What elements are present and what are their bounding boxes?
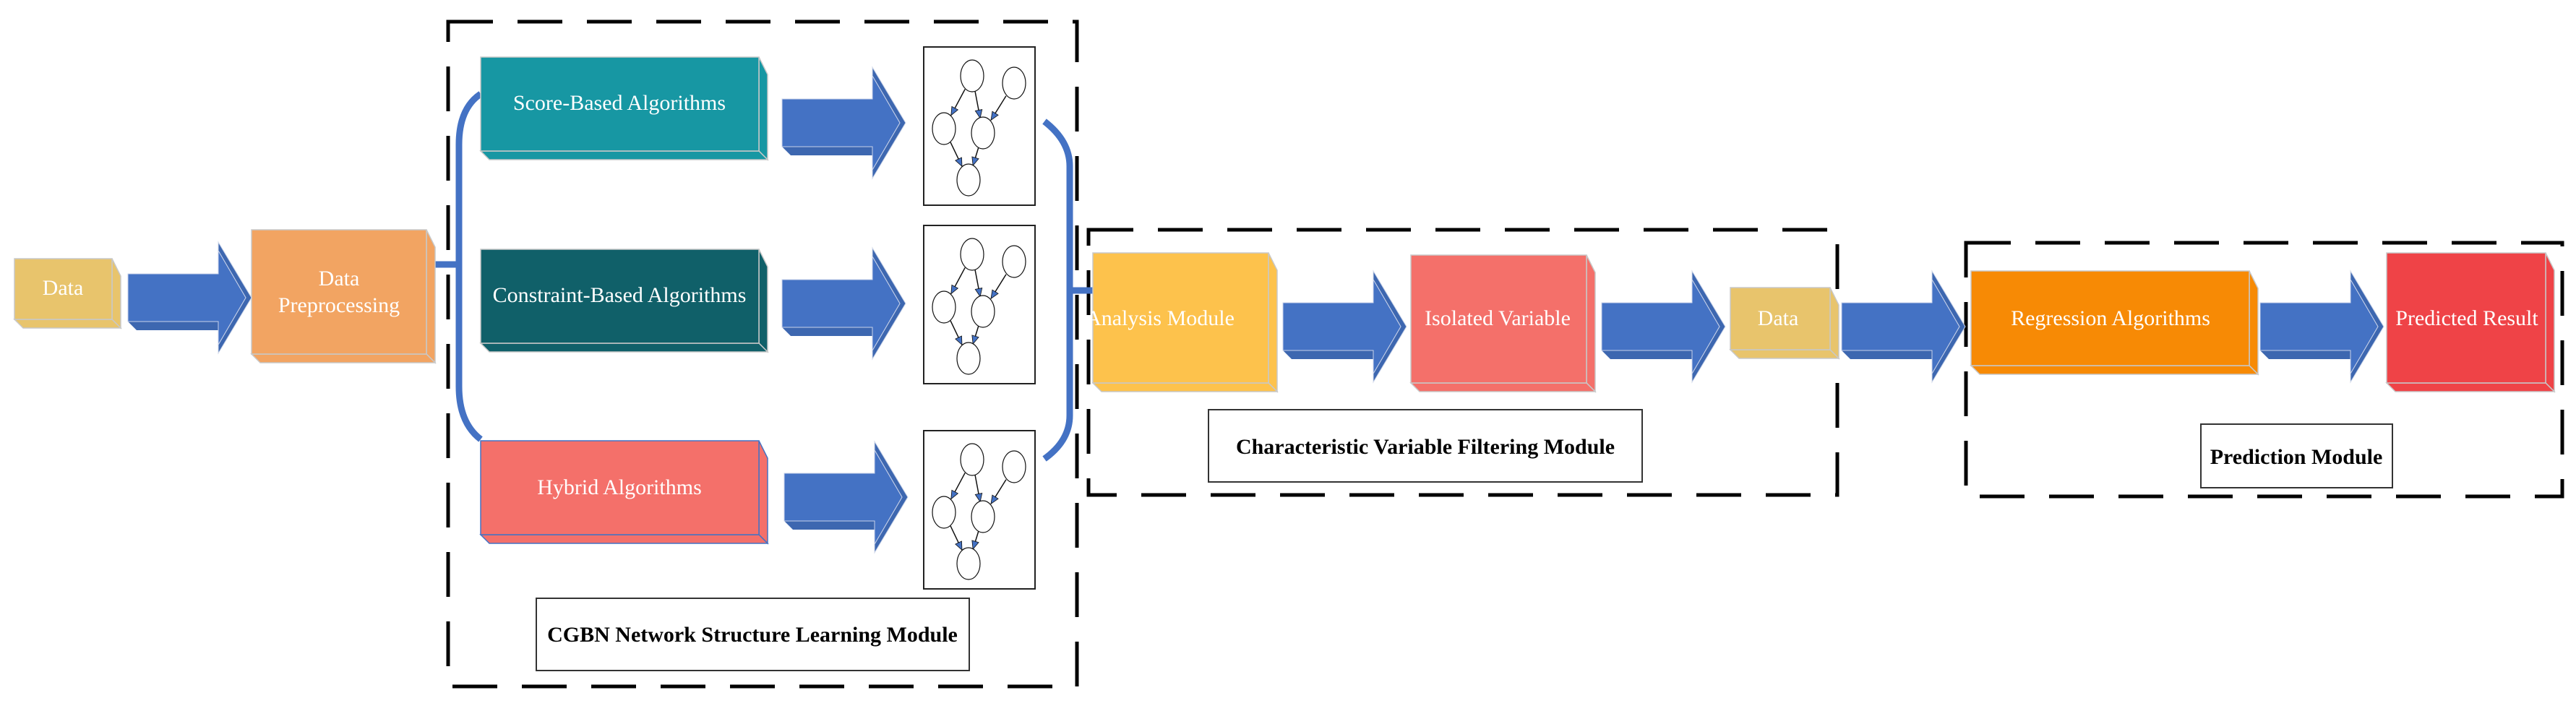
structure-learning-label: CGBN Network Structure Learning Module (547, 623, 958, 647)
box-side-face (758, 440, 768, 545)
graph-node (1002, 66, 1026, 100)
box-bottom-face (479, 534, 769, 544)
data-input-box: Data (13, 258, 122, 329)
box-bottom-face (1970, 365, 2259, 375)
box-bottom-face (1729, 349, 1840, 359)
box-side-face (2545, 252, 2555, 393)
predicted-result-label: Predicted Result (2395, 306, 2538, 330)
arrow-constraint-to-graph (781, 246, 906, 361)
preprocessing-label-line1: Data (319, 267, 360, 290)
arrow-body-depth (1602, 350, 1692, 359)
right-bracket-connector (1042, 118, 1093, 462)
box-bottom-face (2385, 382, 2556, 392)
score-based-box: Score-Based Algorithms (479, 56, 769, 161)
data-filtered-label: Data (1758, 306, 1799, 330)
box-side-face (2249, 270, 2259, 376)
arrow-data-to-preprocessing (127, 241, 252, 355)
box-side-face (111, 258, 121, 329)
graph-node (960, 59, 984, 92)
graph-node (971, 116, 995, 150)
network-graph-constraint (923, 225, 1036, 384)
box-side-face (1829, 287, 1839, 360)
box-bottom-face (479, 342, 769, 353)
constraint-based-label: Constraint-Based Algorithms (493, 283, 747, 307)
regression-box: Regression Algorithms (1970, 270, 2259, 376)
network-graph-score (923, 46, 1036, 206)
graph-node (956, 163, 981, 197)
score-based-label: Score-Based Algorithms (513, 91, 726, 115)
graph-node (1002, 450, 1026, 483)
graph-node (1002, 245, 1026, 278)
analysis-box: Analysis Module (1086, 252, 1279, 393)
prediction-label: Prediction Module (2210, 445, 2383, 469)
box-side-face (426, 229, 436, 364)
hybrid-label: Hybrid Algorithms (537, 475, 702, 499)
flowchart-canvas: Data Data Preprocessing Score-Based Algo… (13, 20, 2564, 689)
arrow-body-depth (782, 327, 872, 336)
graph-node (971, 295, 995, 328)
box-bottom-face (13, 319, 122, 329)
isolated-variable-label: Isolated Variable (1425, 306, 1571, 330)
data-filtered-box: Data (1729, 287, 1840, 360)
analysis-label: Analysis Module (1086, 306, 1235, 330)
box-side-face (1586, 254, 1596, 393)
box-side-face (1268, 252, 1278, 393)
arrow-hybrid-to-graph (783, 440, 909, 554)
arrow-analysis-to-isolated (1282, 270, 1407, 384)
arrow-body-depth (1842, 350, 1932, 359)
arrow-score-to-graph (781, 66, 906, 180)
box-bottom-face (1091, 382, 1279, 392)
arrow-body-depth (1283, 350, 1373, 359)
graph-node (960, 443, 984, 476)
data-input-label: Data (43, 276, 84, 300)
box-bottom-face (479, 150, 769, 160)
isolated-variable-box: Isolated Variable (1409, 254, 1597, 393)
arrow-body-depth (782, 147, 872, 155)
prediction-label-box: Prediction Module (2200, 423, 2393, 488)
box-side-face (758, 249, 768, 353)
graph-node (932, 290, 956, 324)
preprocessing-label-line2: Preprocessing (278, 293, 400, 317)
arrow-isolated-to-data (1601, 270, 1726, 384)
arrow-body-depth (128, 322, 218, 330)
graph-node (956, 547, 981, 580)
graph-node (956, 342, 981, 375)
graph-node (971, 500, 995, 533)
arrow-data-to-regression (1841, 270, 1966, 384)
hybrid-box: Hybrid Algorithms (479, 440, 769, 545)
graph-node (960, 238, 984, 271)
variable-filtering-label-box: Characteristic Variable Filtering Module (1208, 409, 1643, 483)
arrow-regression-to-predicted (2259, 270, 2384, 384)
arrow-body-depth (784, 521, 875, 530)
box-bottom-face (250, 353, 437, 363)
regression-label: Regression Algorithms (2011, 306, 2210, 330)
box-front-face (251, 229, 427, 355)
network-graph-hybrid (923, 430, 1036, 590)
graph-node (932, 112, 956, 145)
predicted-result-box: Predicted Result (2385, 252, 2556, 393)
box-bottom-face (1409, 382, 1597, 392)
arrow-body-depth (2260, 350, 2350, 359)
box-side-face (758, 56, 768, 161)
constraint-based-box: Constraint-Based Algorithms (479, 249, 769, 353)
preprocessing-box: Data Preprocessing (250, 229, 437, 364)
graph-node (932, 496, 956, 529)
variable-filtering-label: Characteristic Variable Filtering Module (1236, 435, 1615, 459)
left-bracket-connector (435, 91, 483, 442)
structure-learning-label-box: CGBN Network Structure Learning Module (536, 598, 970, 671)
